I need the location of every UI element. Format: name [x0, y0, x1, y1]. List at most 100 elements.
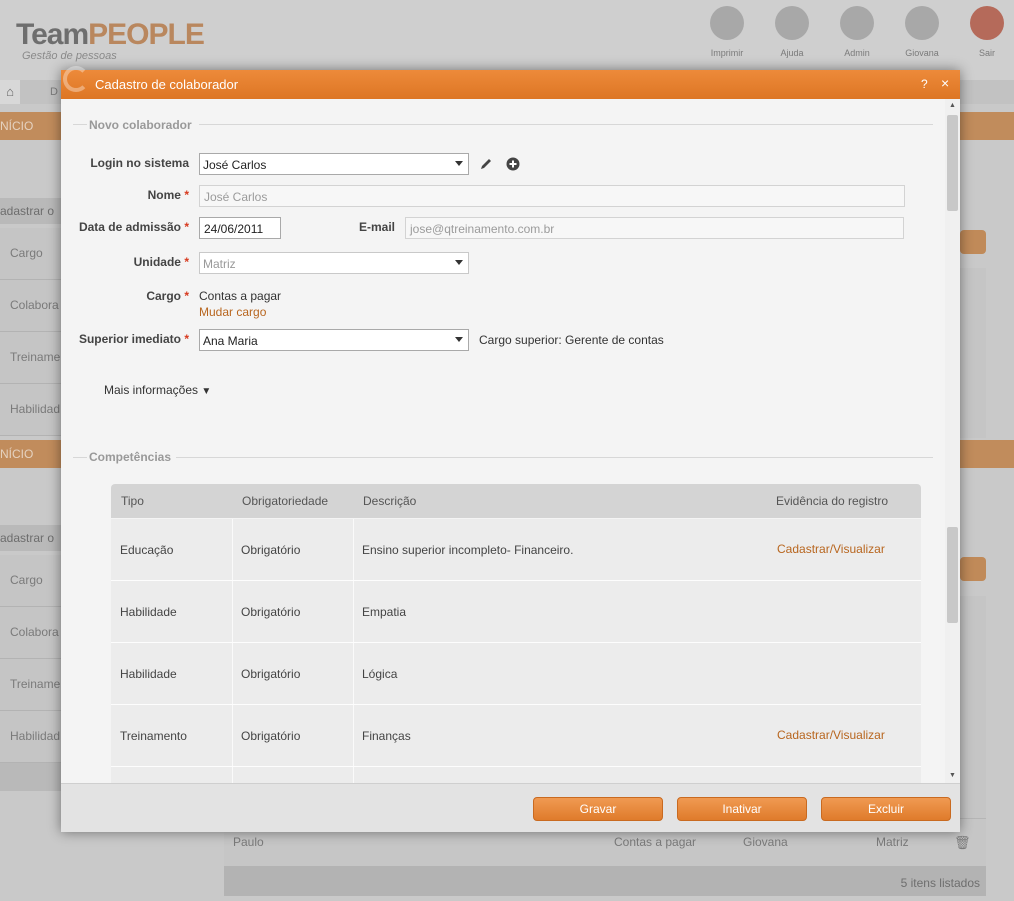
print-button[interactable]: Imprimir — [702, 6, 752, 58]
unidade-label: Unidade * — [71, 255, 189, 269]
login-label: Login no sistema — [90, 156, 189, 170]
column-divider — [353, 767, 354, 783]
column-divider — [232, 643, 233, 704]
mudar-cargo-link[interactable]: Mudar cargo — [199, 305, 266, 319]
printer-icon — [710, 6, 744, 40]
modal-close-button[interactable]: × — [941, 75, 949, 91]
header-evidencia[interactable]: Evidência do registro — [776, 494, 888, 508]
app-logo: TeamPEOPLE — [16, 18, 205, 52]
side-item-treinamento-2[interactable]: Treiname — [0, 659, 62, 711]
bg-row-name: Paulo — [233, 835, 264, 849]
superior-select[interactable]: Ana Maria — [199, 329, 469, 351]
column-divider — [353, 581, 354, 642]
column-divider — [353, 519, 354, 580]
table-row[interactable]: Treinamento Obrigatório Finanças Cadastr… — [111, 705, 921, 767]
side-item-colaborador-2[interactable]: Colabora — [0, 607, 62, 659]
trash-icon[interactable]: 🗑 — [954, 835, 971, 851]
modal-body: Novo colaborador Login no sistema José C… — [61, 99, 960, 783]
home-icon[interactable]: ⌂ — [0, 80, 20, 104]
cell-tipo: Habilidade — [120, 605, 177, 619]
column-divider — [353, 643, 354, 704]
email-field[interactable]: jose@qtreinamento.com.br — [405, 217, 904, 239]
scroll-up-icon[interactable]: ▲ — [945, 99, 960, 113]
login-select-value: José Carlos — [203, 158, 267, 172]
unidade-select[interactable]: Matriz — [199, 252, 469, 274]
fieldset-line — [73, 124, 87, 125]
scrollbar-thumb-secondary[interactable] — [947, 527, 958, 623]
bg-items-count: 5 itens listados — [900, 876, 980, 890]
cargo-label-text: Cargo — [146, 289, 181, 303]
header-tipo[interactable]: Tipo — [121, 494, 144, 508]
table-row[interactable] — [111, 767, 921, 783]
logout-button[interactable]: Sair — [962, 6, 1012, 58]
modal-title: Cadastro de colaborador — [95, 77, 239, 92]
chevron-down-icon — [455, 337, 463, 342]
required-mark: * — [184, 220, 189, 234]
band-label-2: NÍCIO — [0, 447, 34, 461]
mais-info-toggle[interactable]: Mais informações ▼ — [104, 383, 211, 397]
nav-text: D — [50, 86, 58, 98]
table-row[interactable]: Habilidade Obrigatório Lógica — [111, 643, 921, 705]
superior-label-text: Superior imediato — [78, 332, 181, 346]
bg-action-button[interactable] — [960, 230, 986, 254]
modal-scrollbar[interactable]: ▲ ▼ — [945, 99, 960, 783]
add-circle-icon[interactable] — [506, 157, 520, 171]
side-header: adastrar o — [0, 198, 62, 224]
table-row[interactable]: Educação Obrigatório Ensino superior inc… — [111, 519, 921, 581]
side-item-cargo[interactable]: Cargo — [0, 228, 62, 280]
login-select[interactable]: José Carlos — [199, 153, 469, 175]
required-mark: * — [184, 255, 189, 269]
nome-field[interactable]: José Carlos — [199, 185, 905, 207]
required-mark: * — [184, 332, 189, 346]
q-logo-icon — [63, 66, 89, 92]
logo-team: Team — [16, 18, 89, 51]
modal-titlebar: Cadastro de colaborador ? × — [61, 66, 960, 99]
help-label: Ajuda — [780, 48, 804, 58]
scroll-down-icon[interactable]: ▼ — [945, 769, 960, 783]
cell-descricao: Ensino superior incompleto- Financeiro. — [362, 543, 574, 557]
cadastrar-visualizar-link[interactable]: Cadastrar/Visualizar — [777, 728, 885, 742]
employee-modal: Cadastro de colaborador ? × Novo colabor… — [61, 66, 960, 832]
header-descricao[interactable]: Descrição — [363, 494, 416, 508]
cargo-label: Cargo * — [71, 289, 189, 303]
nome-label: Nome * — [71, 188, 189, 202]
table-row[interactable]: Habilidade Obrigatório Empatia — [111, 581, 921, 643]
user-icon — [905, 6, 939, 40]
side-item-cargo-2[interactable]: Cargo — [0, 555, 62, 607]
pencil-icon[interactable] — [479, 157, 493, 171]
cell-obrigatoriedade: Obrigatório — [241, 605, 301, 619]
admissao-field[interactable]: 24/06/2011 — [199, 217, 281, 239]
user-button[interactable]: Giovana — [897, 6, 947, 58]
required-mark: * — [184, 289, 189, 303]
cargo-value: Contas a pagar — [199, 289, 282, 303]
section-new-legend: Novo colaborador — [89, 118, 192, 132]
admissao-label: Data de admissão * — [71, 220, 189, 234]
side-item-habilidade-2[interactable]: Habilidad — [0, 711, 62, 763]
chevron-down-icon — [455, 161, 463, 166]
help-button[interactable]: Ajuda — [767, 6, 817, 58]
side-header-2: adastrar o — [0, 525, 62, 551]
side-item-treinamento[interactable]: Treiname — [0, 332, 62, 384]
inativar-button[interactable]: Inativar — [677, 797, 807, 821]
column-divider — [232, 581, 233, 642]
required-mark: * — [184, 188, 189, 202]
side-item-habilidade[interactable]: Habilidad — [0, 384, 62, 436]
gravar-button[interactable]: Gravar — [533, 797, 663, 821]
logo-people: PEOPLE — [88, 18, 205, 51]
side-item-colaborador[interactable]: Colabora — [0, 280, 62, 332]
admissao-label-text: Data de admissão — [78, 220, 181, 234]
cadastrar-visualizar-link[interactable]: Cadastrar/Visualizar — [777, 542, 885, 556]
side-footer — [0, 763, 62, 791]
admin-button[interactable]: Admin — [832, 6, 882, 58]
section-comp-legend: Competências — [89, 450, 172, 464]
scrollbar-thumb[interactable] — [947, 115, 958, 211]
modal-help-button[interactable]: ? — [921, 77, 928, 91]
column-divider — [232, 767, 233, 783]
header-obrigatoriedade[interactable]: Obrigatoriedade — [242, 494, 328, 508]
excluir-button[interactable]: Excluir — [821, 797, 951, 821]
unidade-select-value: Matriz — [203, 257, 236, 271]
cargo-superior-text: Cargo superior: Gerente de contas — [479, 333, 664, 347]
triangle-down-icon: ▼ — [201, 386, 212, 397]
cell-descricao: Finanças — [362, 729, 411, 743]
bg-action-button-2[interactable] — [960, 557, 986, 581]
